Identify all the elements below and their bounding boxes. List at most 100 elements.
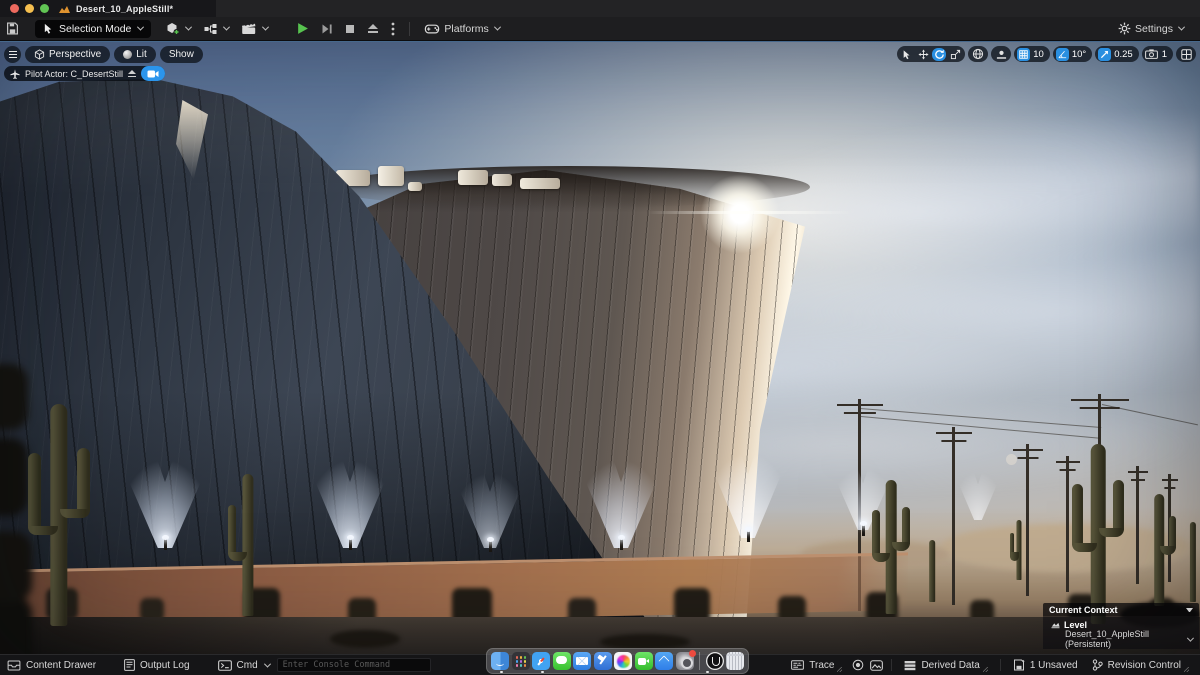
screenshot-button[interactable] bbox=[867, 655, 886, 675]
grid-snap-icon bbox=[1017, 48, 1030, 61]
scene-rooftop-tank bbox=[492, 174, 512, 186]
dock-xcode-icon[interactable] bbox=[594, 652, 612, 670]
selection-mode-dropdown[interactable]: Selection Mode bbox=[35, 20, 151, 38]
settings-dropdown[interactable]: Settings bbox=[1112, 17, 1190, 41]
trace-label: Trace bbox=[809, 660, 834, 671]
dock-launchpad-icon[interactable] bbox=[512, 652, 530, 670]
grid-snap-control[interactable]: 10 bbox=[1014, 46, 1050, 62]
viewport-toolbar-left: Perspective Lit Show bbox=[4, 46, 203, 63]
stop-piloting-icon[interactable] bbox=[128, 70, 136, 78]
dock-unreal-engine-icon[interactable] bbox=[706, 652, 724, 670]
rotate-tool-button[interactable] bbox=[932, 48, 946, 61]
camera-view-toggle[interactable] bbox=[141, 66, 165, 81]
step-forward-icon bbox=[321, 23, 333, 35]
add-actor-button[interactable] bbox=[159, 17, 197, 41]
scene-uplight-fixture bbox=[862, 524, 865, 536]
current-level-dropdown[interactable]: Desert_10_AppleStill (Persistent) bbox=[1051, 631, 1193, 647]
scale-tool-button[interactable] bbox=[948, 48, 962, 61]
play-options-button[interactable] bbox=[385, 17, 401, 41]
eject-button[interactable] bbox=[361, 17, 385, 41]
chevron-down-icon bbox=[185, 24, 192, 31]
perspective-dropdown[interactable]: Perspective bbox=[25, 46, 110, 63]
lit-label: Lit bbox=[136, 49, 147, 60]
dock-facetime-icon[interactable] bbox=[635, 652, 653, 670]
move-tool-button[interactable] bbox=[916, 48, 930, 61]
skip-frame-button[interactable] bbox=[315, 17, 339, 41]
select-tool-button[interactable] bbox=[900, 48, 914, 61]
dock-photos-icon[interactable] bbox=[614, 652, 632, 670]
chevron-down-icon bbox=[1178, 24, 1185, 31]
platforms-dropdown[interactable]: Platforms bbox=[418, 17, 505, 41]
dock-trash-icon[interactable] bbox=[726, 652, 744, 670]
add-cube-icon bbox=[165, 22, 180, 36]
view-mode-dropdown[interactable]: Lit bbox=[114, 46, 156, 63]
dock-running-indicator bbox=[500, 671, 503, 674]
show-dropdown[interactable]: Show bbox=[160, 46, 203, 63]
viewport-layout-icon bbox=[1179, 48, 1193, 61]
output-log-button[interactable]: Output Log bbox=[117, 655, 196, 675]
main-toolbar: Selection Mode Platforms bbox=[0, 17, 1200, 41]
unsaved-button[interactable]: 1 Unsaved bbox=[1006, 655, 1085, 675]
camera-speed-control[interactable]: 1 bbox=[1142, 46, 1173, 62]
trace-icon bbox=[791, 660, 804, 670]
scene-utility-pole bbox=[1136, 466, 1139, 584]
maximize-viewport-button[interactable] bbox=[1176, 46, 1196, 62]
viewport-3d[interactable]: Perspective Lit Show Pilot Actor: C_Dese… bbox=[0, 41, 1200, 654]
play-button[interactable] bbox=[290, 17, 315, 41]
scene-foreground-bush bbox=[330, 630, 400, 648]
derived-data-button[interactable]: Derived Data bbox=[897, 655, 994, 675]
console-command-input[interactable] bbox=[277, 658, 431, 672]
save-button[interactable] bbox=[0, 17, 25, 41]
dock-system-settings-icon[interactable] bbox=[676, 652, 694, 670]
grid-snap-value: 10 bbox=[1032, 49, 1047, 60]
scene-utility-pole bbox=[952, 427, 955, 605]
macos-minimize-button[interactable] bbox=[25, 4, 34, 13]
trace-button[interactable]: Trace bbox=[784, 655, 849, 675]
stop-button[interactable] bbox=[339, 17, 361, 41]
macos-zoom-button[interactable] bbox=[40, 4, 49, 13]
chevron-down-icon bbox=[262, 24, 269, 31]
scene-saguaro-cactus bbox=[1182, 522, 1200, 602]
chevron-down-icon bbox=[1187, 634, 1194, 641]
level-tab-icon bbox=[59, 4, 70, 14]
surface-snapping-button[interactable] bbox=[991, 46, 1011, 62]
cmd-label: Cmd bbox=[237, 660, 258, 671]
submenu-grip-icon bbox=[1184, 667, 1189, 672]
current-context-header[interactable]: Current Context bbox=[1043, 603, 1199, 616]
scene-scrub-bushes bbox=[0, 594, 4, 598]
camera-icon bbox=[1145, 48, 1159, 61]
hamburger-icon bbox=[9, 51, 17, 58]
content-drawer-button[interactable]: Content Drawer bbox=[0, 655, 103, 675]
level-tab[interactable]: Desert_10_AppleStill* bbox=[0, 0, 216, 17]
dock-finder-icon[interactable] bbox=[491, 652, 509, 670]
scene-rooftop-tank bbox=[408, 182, 422, 191]
insights-button[interactable] bbox=[849, 655, 867, 675]
dock-running-indicator bbox=[541, 671, 544, 674]
dock-messages-icon[interactable] bbox=[553, 652, 571, 670]
cmd-dropdown[interactable]: Cmd bbox=[211, 655, 277, 675]
current-context-overlay: Current Context Level Desert_10_AppleSti… bbox=[1043, 603, 1199, 649]
rotation-snap-control[interactable]: 10° bbox=[1053, 46, 1092, 62]
chevron-down-icon bbox=[223, 24, 230, 31]
content-drawer-icon bbox=[7, 660, 21, 671]
revision-control-button[interactable]: Revision Control bbox=[1085, 655, 1196, 675]
airplane-icon bbox=[10, 69, 20, 79]
insights-circle-icon bbox=[852, 659, 864, 671]
scale-snap-control[interactable]: 0.25 bbox=[1095, 46, 1139, 62]
cinematics-button[interactable] bbox=[235, 17, 274, 41]
play-icon bbox=[296, 22, 309, 35]
coordinate-system-button[interactable] bbox=[968, 46, 988, 62]
unsaved-disk-icon bbox=[1013, 659, 1025, 671]
dock-appstore-icon[interactable] bbox=[655, 652, 673, 670]
scene-uplight-fixture bbox=[620, 538, 623, 550]
scene-saguaro-cactus bbox=[1010, 520, 1028, 580]
platforms-label: Platforms bbox=[444, 23, 488, 35]
macos-close-button[interactable] bbox=[10, 4, 19, 13]
viewport-options-button[interactable] bbox=[4, 46, 21, 63]
dock-mail-icon[interactable] bbox=[573, 652, 591, 670]
console-icon bbox=[218, 660, 232, 671]
scene-rooftop-tank bbox=[378, 166, 404, 186]
dock-safari-icon[interactable] bbox=[532, 652, 550, 670]
blueprints-button[interactable] bbox=[197, 17, 235, 41]
eject-icon bbox=[367, 23, 379, 34]
